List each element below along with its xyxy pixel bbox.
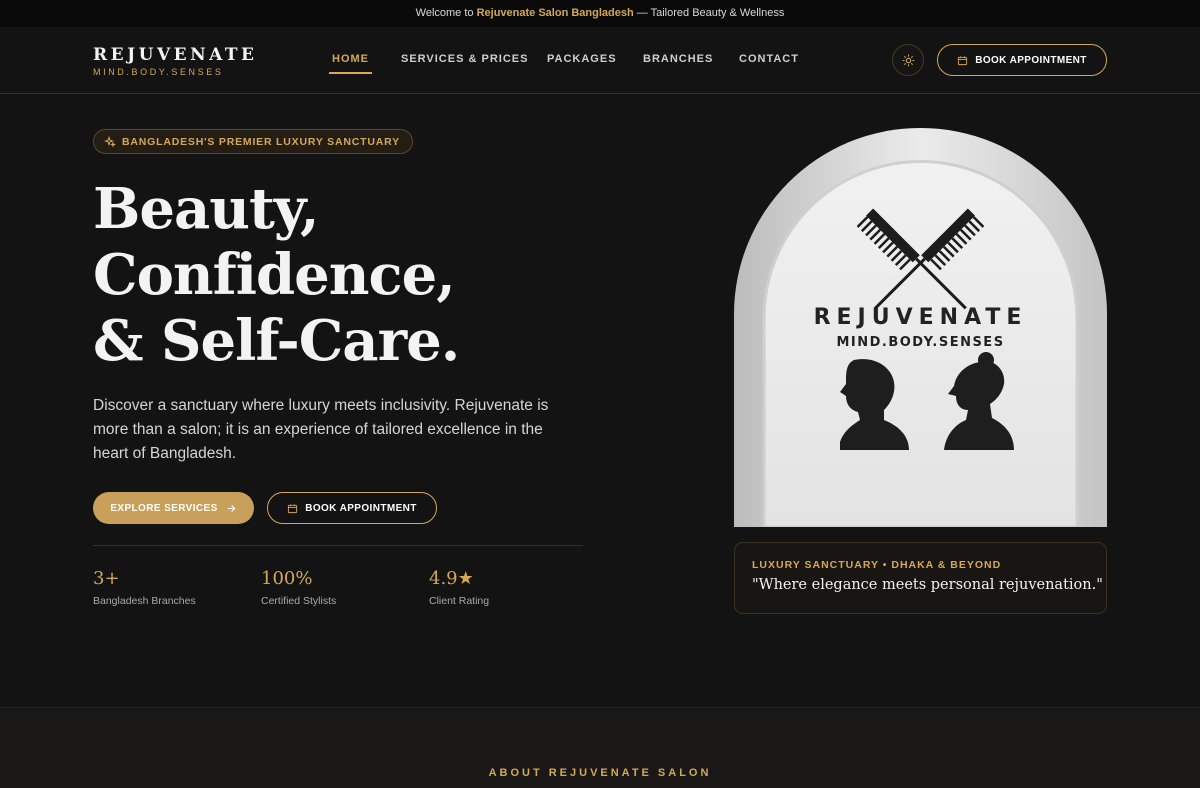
hero-title: Beauty, Confidence, & Self-Care. bbox=[93, 176, 460, 374]
nav-item-packages[interactable]: PACKAGES bbox=[547, 53, 617, 65]
hero-description: Discover a sanctuary where luxury meets … bbox=[93, 397, 549, 462]
announcement-bar: Welcome to Rejuvenate Salon Bangladesh —… bbox=[0, 0, 1200, 27]
hero-book-label: BOOK APPOINTMENT bbox=[305, 502, 417, 514]
stat-label: Bangladesh Branches bbox=[93, 595, 196, 607]
hero-book-appointment-button[interactable]: BOOK APPOINTMENT bbox=[267, 492, 437, 524]
calendar-icon bbox=[958, 55, 968, 65]
about-section: ABOUT REJUVENATE SALON bbox=[0, 707, 1200, 788]
logo-name: REJUVENATE bbox=[93, 45, 258, 65]
nav-item-branches[interactable]: BRANCHES bbox=[643, 53, 713, 65]
hero-title-line-2: Confidence, bbox=[93, 242, 456, 308]
calendar-icon bbox=[288, 503, 298, 513]
sign-tagline: MIND.BODY.SENSES bbox=[836, 335, 1004, 350]
quote-card: LUXURY SANCTUARY • DHAKA & BEYOND "Where… bbox=[734, 542, 1107, 614]
announcement-suffix: — Tailored Beauty & Wellness bbox=[636, 7, 785, 19]
sun-icon bbox=[902, 54, 914, 66]
announcement-highlight: Rejuvenate Salon Bangladesh bbox=[476, 7, 634, 19]
stat-branches: 3+ Bangladesh Branches bbox=[93, 568, 196, 607]
announcement-prefix: Welcome to bbox=[415, 7, 474, 19]
sign-name: REJUVENATE bbox=[814, 305, 1028, 330]
logo-tagline: MIND.BODY.SENSES bbox=[93, 67, 224, 77]
explore-services-button[interactable]: EXPLORE SERVICES bbox=[93, 492, 254, 524]
logo[interactable]: REJUVENATE MIND.BODY.SENSES bbox=[93, 45, 258, 77]
stat-value: 4.9★ bbox=[429, 568, 474, 589]
stats-divider bbox=[93, 545, 583, 546]
quote-text: "Where elegance meets personal rejuvenat… bbox=[752, 577, 1103, 593]
nav-item-contact[interactable]: CONTACT bbox=[739, 53, 799, 65]
salon-sign-image: REJUVENATE MIND.BODY.SENSES bbox=[734, 128, 1107, 527]
arrow-right-icon bbox=[227, 504, 235, 512]
stat-value: 3+ bbox=[93, 568, 120, 589]
explore-services-label: EXPLORE SERVICES bbox=[110, 502, 218, 514]
quote-tag: LUXURY SANCTUARY • DHAKA & BEYOND bbox=[752, 559, 1002, 571]
hero-badge-label: BANGLADESH'S PREMIER LUXURY SANCTUARY bbox=[122, 135, 400, 148]
stat-rating: 4.9★ Client Rating bbox=[429, 568, 489, 607]
site-header: REJUVENATE MIND.BODY.SENSES HOME SERVICE… bbox=[0, 27, 1200, 94]
hero-title-line-3: & Self-Care. bbox=[93, 308, 460, 374]
stat-label: Client Rating bbox=[429, 595, 490, 607]
nav-item-services-prices[interactable]: SERVICES & PRICES bbox=[401, 53, 528, 65]
nav-item-home[interactable]: HOME bbox=[329, 53, 372, 74]
salon-sign-illustration: REJUVENATE MIND.BODY.SENSES bbox=[734, 128, 1107, 527]
sparkle-icon bbox=[104, 135, 116, 147]
stat-value: 100% bbox=[261, 568, 313, 589]
about-section-label: ABOUT REJUVENATE SALON bbox=[488, 767, 712, 779]
header-book-appointment-button[interactable]: BOOK APPOINTMENT bbox=[937, 44, 1107, 76]
theme-toggle-button[interactable] bbox=[892, 44, 924, 76]
hero-badge: BANGLADESH'S PREMIER LUXURY SANCTUARY bbox=[93, 129, 413, 154]
stat-stylists: 100% Certified Stylists bbox=[261, 568, 336, 607]
hero-title-line-1: Beauty, bbox=[93, 176, 320, 242]
stat-label: Certified Stylists bbox=[261, 595, 337, 607]
header-book-label: BOOK APPOINTMENT bbox=[975, 54, 1087, 66]
